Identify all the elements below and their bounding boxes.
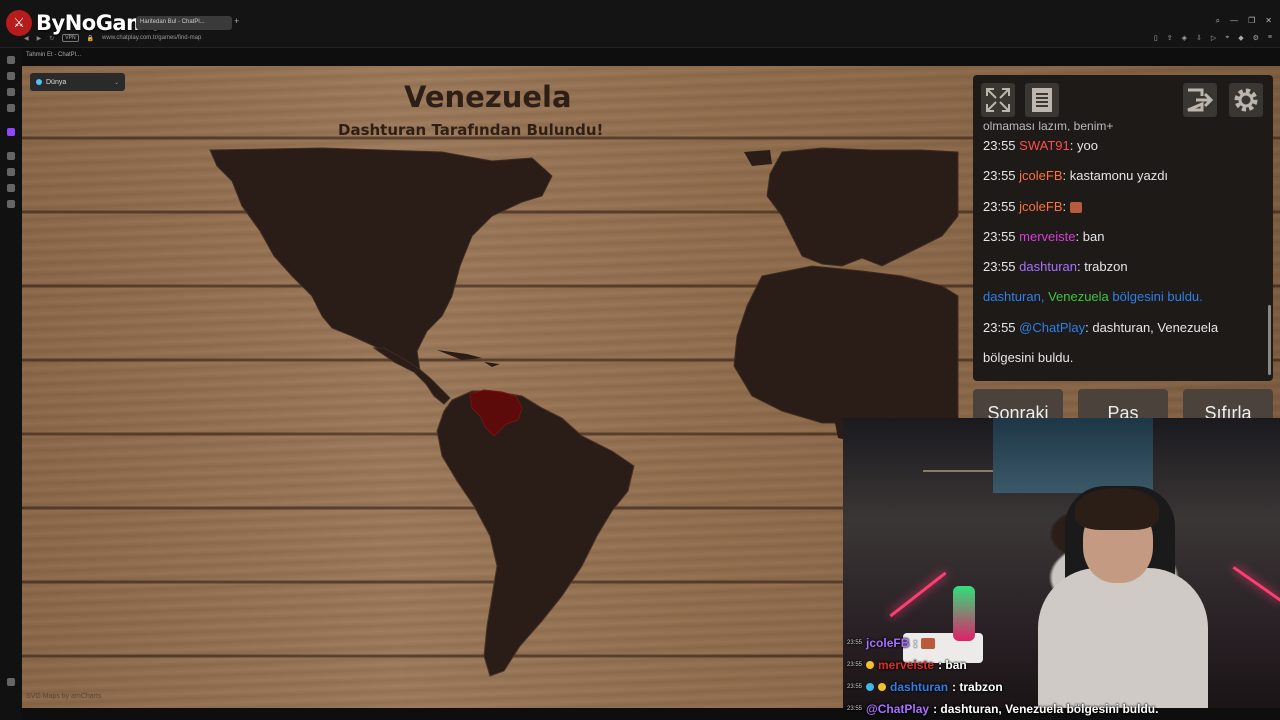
overlay-message: 23:55 @ChatPlay: dashturan, Venezuela bö…: [847, 702, 1159, 716]
play-icon[interactable]: ▷: [1211, 34, 1216, 42]
chat-messages: olmaması lazım, benim+ 23:55 SWAT91: yoo…: [983, 119, 1263, 373]
restore-icon[interactable]: ❐: [1248, 16, 1255, 26]
emote-icon: [921, 637, 936, 649]
chat-username[interactable]: merveiste: [1019, 229, 1075, 244]
overlay-message: 23:55 merveiste: ban: [847, 658, 967, 672]
lock-icon: 🔒: [86, 35, 95, 42]
sidebar-home-icon[interactable]: [7, 56, 15, 64]
chat-username[interactable]: dashturan: [1019, 259, 1077, 274]
sidebar-whatsapp-icon[interactable]: [7, 88, 15, 96]
settings-gear-icon[interactable]: [1229, 83, 1263, 117]
browser-sidebar: [0, 48, 22, 720]
sidebar-history-icon[interactable]: [7, 168, 15, 176]
chat-toolbar: [973, 75, 1273, 125]
menu-icon[interactable]: ≡: [1268, 34, 1272, 42]
bookmark-icon[interactable]: ▯: [1154, 34, 1158, 42]
chat-username[interactable]: @ChatPlay: [1019, 320, 1085, 335]
sidebar-tools-icon[interactable]: [7, 152, 15, 160]
map-europe: [766, 147, 959, 267]
fullscreen-icon[interactable]: [981, 83, 1015, 117]
bookmark-bar-item[interactable]: Tahmin Et - ChatPl...: [26, 52, 81, 58]
chat-message: 23:55 jcoleFB: kastamonu yazdı: [983, 168, 1169, 184]
chevron-down-icon: ⌄: [113, 79, 119, 86]
chat-scrollbar[interactable]: [1268, 305, 1271, 375]
reload-icon[interactable]: ↻: [49, 35, 54, 42]
webcam-neon-left: [889, 571, 947, 618]
map-north-america: [209, 147, 553, 372]
chat-message: 23:55 jcoleFB:: [983, 192, 1263, 222]
chat-message: 23:55 dashturan: trabzon: [983, 259, 1128, 275]
webcam-neon-right: [1232, 566, 1280, 603]
chat-username[interactable]: jcoleFB: [1019, 168, 1062, 183]
map-credit: SVG Maps by amCharts: [26, 693, 102, 700]
overlay-message: 23:55 dashturan: trabzon: [847, 680, 1003, 694]
found-by-subtitle: Dashturan Tarafından Bulundu!: [338, 121, 604, 139]
sidebar-settings-icon[interactable]: [7, 200, 15, 208]
close-icon[interactable]: ✕: [1265, 16, 1272, 26]
world-select-value: Dünya: [46, 78, 67, 86]
overlay-message: 23:55 jcoleFB:: [847, 632, 1280, 654]
bynogame-logo-icon: ⚔: [6, 10, 32, 36]
world-select[interactable]: Dünya ⌄: [30, 73, 125, 91]
new-tab-button[interactable]: +: [234, 16, 239, 26]
badge-icon: [866, 661, 875, 669]
shield-icon[interactable]: ◈: [1182, 34, 1187, 42]
nav-row: ◀ ▶ ↻ VPN 🔒 www.chatplay.com.tr/games/fi…: [24, 34, 201, 42]
map-south-america: [436, 390, 635, 677]
log-icon[interactable]: [1025, 83, 1059, 117]
extension-icons: ▯ ⇪ ◈ ⇩ ▷ ⌖ ◆ ⚙ ≡: [1154, 34, 1272, 42]
badge-icon: [866, 683, 875, 691]
map-africa: [733, 265, 959, 424]
sidebar-twitch-icon[interactable]: [7, 128, 15, 136]
sidebar-messenger-icon[interactable]: [7, 72, 15, 80]
globe-icon: [36, 79, 42, 85]
webcam-window: [993, 418, 1153, 493]
tab-title: Haritedan Bul - ChatPl...: [140, 19, 205, 25]
exit-icon[interactable]: [1183, 83, 1217, 117]
map-iceland: [744, 150, 772, 166]
pin-icon[interactable]: ⌖: [1225, 34, 1229, 42]
webcam-shelf: [923, 470, 993, 472]
chat-bot-message-cont: bölgesini buldu.: [983, 350, 1074, 366]
chat-bot-message: 23:55 @ChatPlay: dashturan, Venezuela: [983, 319, 1219, 335]
chat-message: 23:55 merveiste: ban: [983, 228, 1105, 244]
minimize-icon[interactable]: —: [1230, 16, 1238, 26]
sidebar-close-icon[interactable]: [7, 678, 15, 686]
chat-username[interactable]: jcoleFB: [1019, 199, 1062, 214]
webcam-streamer-hair: [1075, 488, 1159, 530]
chat-username[interactable]: SWAT91: [1019, 138, 1070, 153]
back-icon[interactable]: ◀: [24, 35, 29, 42]
emote-icon: [1069, 201, 1082, 213]
search-icon[interactable]: ⌕: [1216, 16, 1220, 26]
extension-icon[interactable]: ◆: [1238, 34, 1243, 42]
chat-system-message: dashturan, Venezuela bölgesini buldu.: [983, 289, 1203, 305]
sidebar-music-icon[interactable]: [7, 184, 15, 192]
country-title: Venezuela: [404, 80, 572, 114]
browser-toolbar: ⚔ ByNoGame Haritedan Bul - ChatPl... + ◀…: [0, 0, 1280, 48]
chat-panel: olmaması lazım, benim+ 23:55 SWAT91: yoo…: [973, 75, 1273, 381]
forward-icon[interactable]: ▶: [37, 35, 42, 42]
badge-icon: [878, 683, 887, 691]
chat-message: 23:55 SWAT91: yoo: [983, 138, 1098, 153]
sidebar-discord-icon[interactable]: [7, 104, 15, 112]
vpn-badge[interactable]: VPN: [62, 34, 79, 42]
settings-icon[interactable]: ⚙: [1253, 34, 1259, 42]
address-bar[interactable]: www.chatplay.com.tr/games/find-map: [102, 35, 201, 41]
share-icon[interactable]: ⇪: [1167, 34, 1173, 42]
tab-active[interactable]: Haritedan Bul - ChatPl...: [136, 16, 232, 30]
stream-chat-overlay: 23:55 jcoleFB: 23:55 merveiste: ban 23:5…: [847, 632, 1280, 720]
map-caribbean: [437, 350, 500, 367]
download-icon[interactable]: ⇩: [1196, 34, 1202, 42]
window-controls: ⌕ — ❐ ✕: [1216, 16, 1272, 26]
